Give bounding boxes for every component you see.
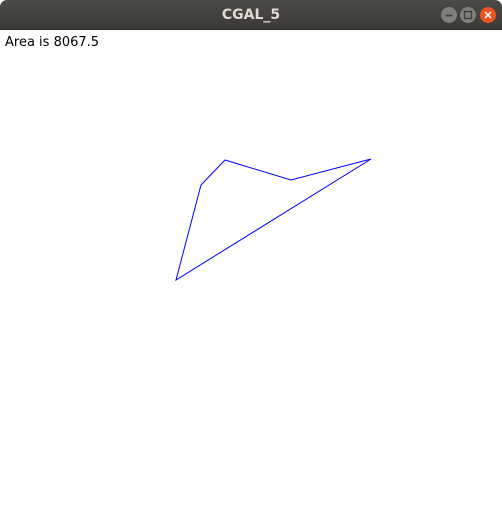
drawing-area[interactable]: Area is 8067.5	[0, 30, 502, 532]
close-button[interactable]	[480, 7, 496, 23]
polygon-outline	[175, 158, 372, 282]
maximize-button[interactable]	[460, 7, 476, 23]
minimize-button[interactable]	[441, 7, 457, 23]
polygon-canvas	[175, 158, 372, 282]
title-bar[interactable]: CGAL_5	[0, 0, 502, 30]
close-icon	[484, 11, 492, 19]
minimize-icon	[445, 14, 453, 17]
window-title: CGAL_5	[221, 7, 281, 23]
maximize-icon	[463, 10, 473, 20]
app-window: CGAL_5 Area is 8067.5	[0, 0, 502, 532]
